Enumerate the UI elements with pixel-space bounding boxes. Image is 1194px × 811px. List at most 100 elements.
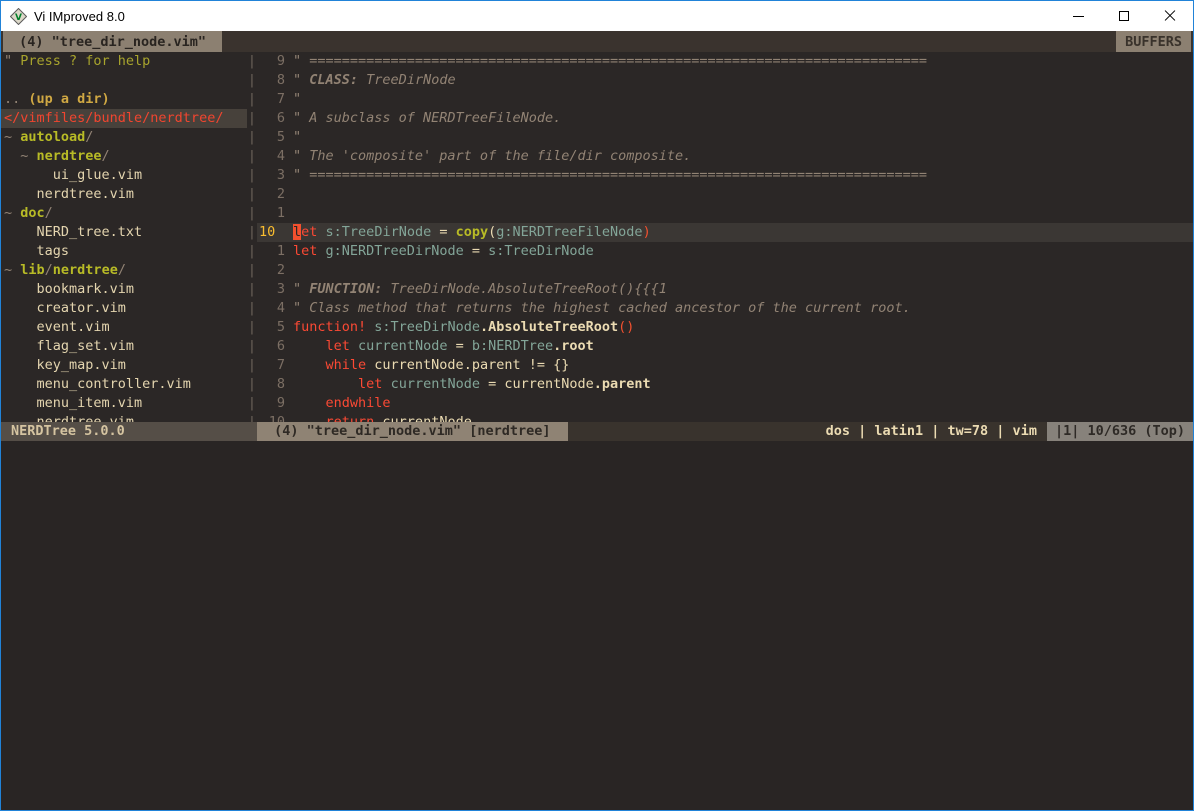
- titlebar: V Vi IMproved 8.0: [1, 1, 1193, 31]
- code-line[interactable]: 9 " =====================================…: [257, 52, 1193, 71]
- maximize-button[interactable]: [1101, 1, 1147, 31]
- tree-row[interactable]: [1, 71, 247, 90]
- line-number: 9: [257, 52, 285, 71]
- code-line[interactable]: 5": [257, 128, 1193, 147]
- code-line[interactable]: 1: [257, 204, 1193, 223]
- tree-row[interactable]: " Press ? for help: [1, 52, 247, 71]
- code-text: " A subclass of NERDTreeFileNode.: [293, 109, 561, 128]
- code-segment-gray: ~: [4, 129, 20, 145]
- editor-panel: 9 " =====================================…: [257, 52, 1193, 422]
- statusline-position: |1| 10/636 (Top): [1047, 422, 1193, 441]
- code-segment-cmt: " ======================================…: [293, 167, 927, 183]
- code-segment-cmt: ": [293, 281, 309, 297]
- tree-row[interactable]: flag_set.vim: [1, 337, 247, 356]
- tree-row[interactable]: event.vim: [1, 318, 247, 337]
- tree-root-row[interactable]: </vimfiles/bundle/nerdtree/: [1, 109, 247, 128]
- code-text: while currentNode.parent != {}: [293, 356, 569, 375]
- separator-glyph: |: [247, 375, 257, 394]
- tree-row[interactable]: ~ lib/nerdtree/: [1, 261, 247, 280]
- vim-icon[interactable]: V: [10, 8, 27, 25]
- code-line-current[interactable]: 10let s:TreeDirNode = copy(g:NERDTreeFil…: [257, 223, 1193, 242]
- tree-row[interactable]: nerdtree.vim: [1, 413, 247, 422]
- tree-row[interactable]: ~ nerdtree/: [1, 147, 247, 166]
- code-segment-par: (): [618, 319, 634, 335]
- code-segment-file: nerdtree.vim: [4, 186, 134, 202]
- tree-row[interactable]: ui_glue.vim: [1, 166, 247, 185]
- tree-row[interactable]: bookmark.vim: [1, 280, 247, 299]
- code-segment-cmtb: CLASS:: [309, 72, 358, 88]
- code-segment-kw: endwhile: [326, 395, 391, 411]
- code-segment-kw: let: [293, 243, 317, 259]
- line-number: 8: [257, 375, 285, 394]
- line-number: 1: [257, 242, 285, 261]
- code-segment-dir: nerdtree: [53, 262, 118, 278]
- main-area: " Press ? for help .. (up a dir)</vimfile…: [1, 52, 1193, 422]
- line-number: 2: [257, 261, 285, 280]
- separator-glyph: |: [247, 109, 257, 128]
- code-segment-fg: [317, 224, 325, 240]
- tab-active-buffer[interactable]: (4) "tree_dir_node.vim": [3, 31, 222, 52]
- code-segment-var: s:TreeDirNode: [326, 224, 432, 240]
- code-line[interactable]: 2: [257, 261, 1193, 280]
- buffers-label[interactable]: BUFFERS: [1116, 31, 1191, 52]
- tree-row[interactable]: creator.vim: [1, 299, 247, 318]
- code-segment-kw: et: [301, 224, 317, 240]
- tree-row[interactable]: menu_item.vim: [1, 394, 247, 413]
- separator-glyph: |: [247, 394, 257, 413]
- code-line[interactable]: 3 " =====================================…: [257, 166, 1193, 185]
- code-line[interactable]: 6 let currentNode = b:NERDTree.root: [257, 337, 1193, 356]
- code-line[interactable]: 5function! s:TreeDirNode.AbsoluteTreeRoo…: [257, 318, 1193, 337]
- code-line[interactable]: 2: [257, 185, 1193, 204]
- tabline: (4) "tree_dir_node.vim" BUFFERS: [1, 31, 1193, 52]
- code-segment-dir: nerdtree: [37, 148, 102, 164]
- minimize-button[interactable]: [1055, 1, 1101, 31]
- code-line[interactable]: 3" FUNCTION: TreeDirNode.AbsoluteTreeRoo…: [257, 280, 1193, 299]
- tree-row[interactable]: .. (up a dir): [1, 90, 247, 109]
- code-segment-gray: ~: [4, 148, 37, 164]
- close-button[interactable]: [1147, 1, 1193, 31]
- tree-row[interactable]: key_map.vim: [1, 356, 247, 375]
- statusline-file-meta: dos | latin1 | tw=78 | vim: [826, 422, 1047, 441]
- code-text: ": [293, 90, 301, 109]
- editor-statusline: (4) "tree_dir_node.vim" [nerdtree] dos |…: [257, 422, 1193, 441]
- code-segment-fg: [317, 243, 325, 259]
- code-line[interactable]: 7 while currentNode.parent != {}: [257, 356, 1193, 375]
- nerdtree-panel: " Press ? for help .. (up a dir)</vimfile…: [1, 52, 247, 422]
- line-number: 3: [257, 166, 285, 185]
- code-line[interactable]: 4 " The 'composite' part of the file/dir …: [257, 147, 1193, 166]
- code-segment-cmt: " The 'composite' part of the file/dir c…: [293, 148, 691, 164]
- code-line[interactable]: 8 let currentNode = currentNode.parent: [257, 375, 1193, 394]
- separator-glyph: |: [247, 318, 257, 337]
- code-line[interactable]: 10 return currentNode: [257, 413, 1193, 422]
- code-segment-gray: ~: [4, 205, 20, 221]
- code-line[interactable]: 4" Class method that returns the highest…: [257, 299, 1193, 318]
- code-segment-fg: [293, 338, 326, 354]
- code-segment-cmt: " ======================================…: [293, 53, 927, 69]
- code-line[interactable]: 8" CLASS: TreeDirNode: [257, 71, 1193, 90]
- window-split-separator[interactable]: |||||||||||||||||||||||||||||||||||||: [247, 52, 257, 422]
- code-line[interactable]: 7": [257, 90, 1193, 109]
- code-segment-fg: [350, 338, 358, 354]
- tree-row[interactable]: NERD_tree.txt: [1, 223, 247, 242]
- code-line[interactable]: 6" A subclass of NERDTreeFileNode.: [257, 109, 1193, 128]
- code-text: let currentNode = currentNode.parent: [293, 375, 651, 394]
- code-line[interactable]: 9 endwhile: [257, 394, 1193, 413]
- code-segment-file: ui_glue.vim: [4, 167, 142, 183]
- separator-glyph: |: [247, 52, 257, 71]
- code-text: function! s:TreeDirNode.AbsoluteTreeRoot…: [293, 318, 634, 337]
- tree-row[interactable]: menu_controller.vim: [1, 375, 247, 394]
- tree-row[interactable]: tags: [1, 242, 247, 261]
- separator-glyph: |: [247, 90, 257, 109]
- tree-row[interactable]: ~ doc/: [1, 204, 247, 223]
- separator-glyph: |: [247, 299, 257, 318]
- tree-row[interactable]: ~ autoload/: [1, 128, 247, 147]
- line-number: 4: [257, 147, 285, 166]
- code-text: " FUNCTION: TreeDirNode.AbsoluteTreeRoot…: [293, 280, 667, 299]
- code-segment-file: bookmark.vim: [4, 281, 134, 297]
- code-line[interactable]: 1let g:NERDTreeDirNode = s:TreeDirNode: [257, 242, 1193, 261]
- code-segment-file: creator.vim: [4, 300, 126, 316]
- svg-text:V: V: [15, 13, 22, 23]
- code-segment-fg: [293, 376, 358, 392]
- code-segment-meth: .root: [553, 338, 594, 354]
- tree-row[interactable]: nerdtree.vim: [1, 185, 247, 204]
